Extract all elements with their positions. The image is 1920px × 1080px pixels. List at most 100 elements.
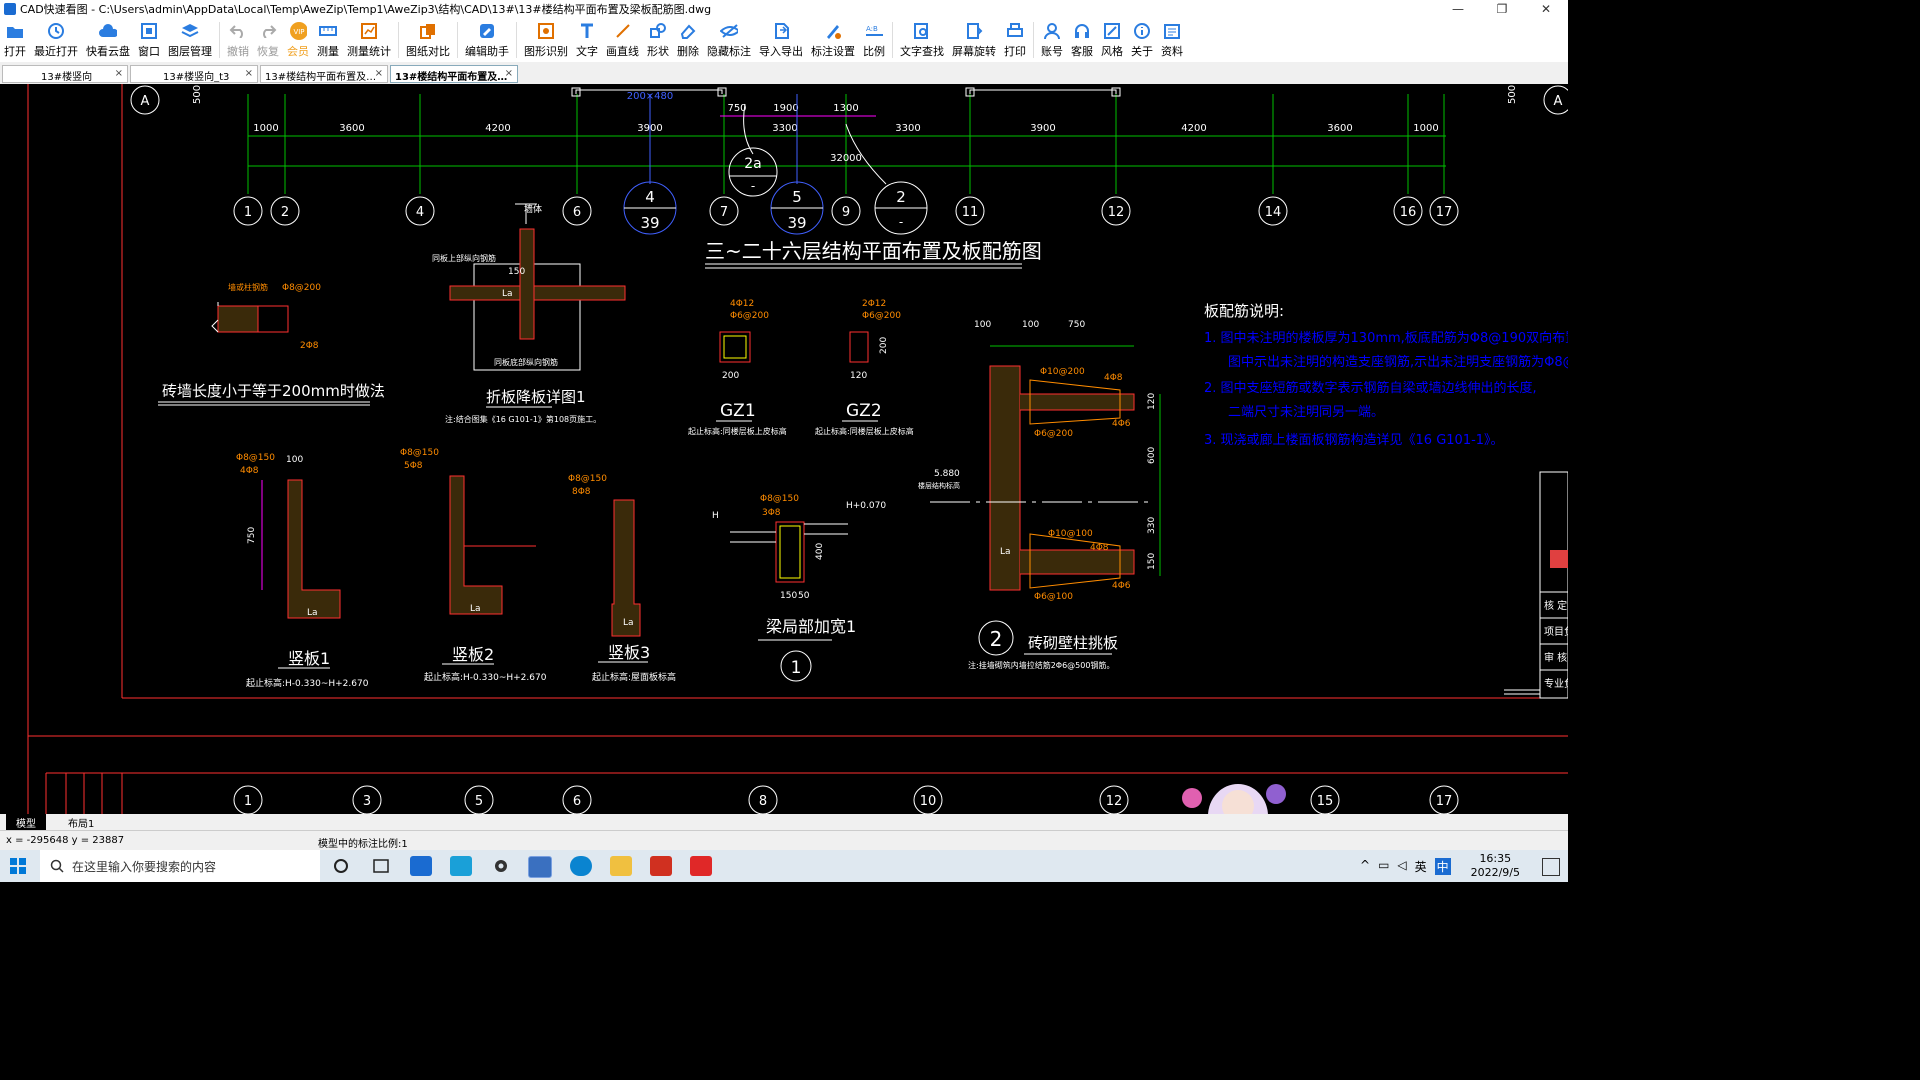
file-explorer-icon[interactable] bbox=[610, 856, 632, 876]
close-tab-icon[interactable]: × bbox=[245, 68, 253, 79]
undo-icon bbox=[229, 22, 247, 40]
settings-icon[interactable] bbox=[490, 856, 512, 876]
tab-13-structure-plan-2[interactable]: 13#楼结构平面布置及… × bbox=[390, 65, 518, 83]
detail-label: 同板上部纵向钢筋 bbox=[432, 253, 496, 263]
account-button[interactable]: 账号 bbox=[1037, 18, 1067, 62]
detail-label: 150 bbox=[780, 591, 797, 601]
recent-open-button[interactable]: 最近打开 bbox=[30, 18, 82, 62]
start-button[interactable] bbox=[10, 858, 26, 874]
close-tab-icon[interactable]: × bbox=[375, 68, 383, 79]
notification-icon[interactable] bbox=[1542, 858, 1560, 876]
print-button[interactable]: 打印 bbox=[1000, 18, 1030, 62]
detail-label: La bbox=[502, 289, 513, 299]
cad-drawing: 1000 3600 4200 3900 3300 3300 3900 4200 … bbox=[27, 84, 1568, 814]
detail-label: 200 bbox=[722, 371, 739, 381]
dim-label: 1000 bbox=[253, 123, 278, 134]
scale-button[interactable]: A:B 比例 bbox=[859, 18, 889, 62]
cortana-icon[interactable] bbox=[330, 856, 352, 876]
wps-app-icon[interactable] bbox=[690, 856, 712, 876]
task-view-icon[interactable] bbox=[370, 856, 392, 876]
hide-annotation-button[interactable]: 隐藏标注 bbox=[703, 18, 755, 62]
detail-label: Φ8@150 bbox=[568, 474, 607, 484]
open-button[interactable]: 打开 bbox=[0, 18, 30, 62]
toolbar-separator bbox=[1033, 22, 1034, 58]
detail-label: 5Φ8 bbox=[404, 461, 423, 471]
cad-viewer-taskbar-icon[interactable] bbox=[410, 856, 432, 876]
maximize-button[interactable]: ❐ bbox=[1480, 0, 1524, 18]
import-export-button[interactable]: 导入导出 bbox=[755, 18, 807, 62]
printer-icon bbox=[1006, 22, 1024, 40]
measure-stats-button[interactable]: 测量统计 bbox=[343, 18, 395, 62]
redo-button[interactable]: 恢复 bbox=[253, 18, 283, 62]
draw-line-button[interactable]: 画直线 bbox=[602, 18, 643, 62]
annotation-settings-button[interactable]: 标注设置 bbox=[807, 18, 859, 62]
search-placeholder: 在这里输入你要搜索的内容 bbox=[72, 859, 217, 874]
volume-icon[interactable]: ◁ bbox=[1397, 858, 1406, 875]
toolbar-separator bbox=[516, 22, 517, 58]
undo-button[interactable]: 撤销 bbox=[223, 18, 253, 62]
grid-col-label: 1 bbox=[244, 794, 252, 809]
text-button[interactable]: 文字 bbox=[572, 18, 602, 62]
section-ref-bottom: 39 bbox=[787, 214, 806, 232]
chevron-up-icon[interactable]: ^ bbox=[1360, 858, 1370, 875]
ime-indicator[interactable]: 英 bbox=[1415, 858, 1427, 875]
detail-label: 750 bbox=[247, 527, 257, 544]
section-ref-bottom: 39 bbox=[640, 214, 659, 232]
note-line: 1. 图中未注明的楼板厚为130mm,板底配筋为Φ8@190双向布置; bbox=[1204, 330, 1568, 346]
detail-note: 注:挂墙砌筑内墙拉结筋2Φ6@500钢筋。 bbox=[968, 660, 1114, 670]
network-icon[interactable]: ▭ bbox=[1378, 858, 1389, 875]
minimize-button[interactable]: — bbox=[1436, 0, 1480, 18]
dim-label: 1900 bbox=[773, 103, 798, 114]
detail-label: 400 bbox=[815, 543, 825, 560]
about-button[interactable]: 关于 bbox=[1127, 18, 1157, 62]
tab-13-vertical[interactable]: 13#楼竖向 × bbox=[2, 65, 128, 83]
tab-13-vertical-t3[interactable]: 13#楼竖向_t3 × bbox=[130, 65, 258, 83]
shape-recognition-button[interactable]: 图形识别 bbox=[520, 18, 572, 62]
style-button[interactable]: 风格 bbox=[1097, 18, 1127, 62]
detail-title: 砖墙长度小于等于200mm时做法 bbox=[162, 382, 385, 400]
layer-manager-button[interactable]: 图层管理 bbox=[164, 18, 216, 62]
resources-button[interactable]: 资料 bbox=[1157, 18, 1187, 62]
drawing-canvas[interactable]: 1000 3600 4200 3900 3300 3300 3900 4200 … bbox=[0, 84, 1568, 814]
input-method-icon[interactable]: 中 bbox=[1434, 858, 1451, 875]
dim-label: 1300 bbox=[833, 103, 858, 114]
detail-label: 150 bbox=[508, 267, 525, 277]
detail-label: 2Φ8 bbox=[300, 341, 319, 351]
measure-button[interactable]: 测量 bbox=[313, 18, 343, 62]
office-app-icon[interactable] bbox=[650, 856, 672, 876]
detail-label: 4Φ12 bbox=[730, 299, 754, 309]
status-bar: x = -295648 y = 23887 模型中的标注比例:1 bbox=[0, 830, 1568, 851]
note-line: 图中示出未注明的构造支座钢筋,示出未注明支座钢筋为Φ8@190。 bbox=[1228, 354, 1568, 370]
text-search-button[interactable]: 文字查找 bbox=[896, 18, 948, 62]
close-tab-icon[interactable]: × bbox=[505, 68, 513, 79]
close-button[interactable]: ✕ bbox=[1524, 0, 1568, 18]
detail-label: 100 bbox=[1022, 320, 1039, 330]
clock[interactable]: 16:35 2022/9/5 bbox=[1471, 852, 1520, 880]
detail-title: GZ2 bbox=[846, 401, 882, 421]
delete-button[interactable]: 删除 bbox=[673, 18, 703, 62]
detail-label: 600 bbox=[1147, 447, 1157, 464]
shape-button[interactable]: 形状 bbox=[643, 18, 673, 62]
screen-rotate-button[interactable]: 屏幕旋转 bbox=[948, 18, 1000, 62]
detail-label: 楼层结构标高 bbox=[918, 481, 960, 490]
tab-model[interactable]: 模型 bbox=[6, 814, 46, 830]
detail-label: Φ6@100 bbox=[1034, 592, 1073, 602]
detail-title: 砖砌壁柱挑板 bbox=[1028, 634, 1118, 652]
compare-drawings-button[interactable]: 图纸对比 bbox=[402, 18, 454, 62]
close-tab-icon[interactable]: × bbox=[115, 68, 123, 79]
support-button[interactable]: 客服 bbox=[1067, 18, 1097, 62]
window-button[interactable]: 窗口 bbox=[134, 18, 164, 62]
detail-title: 竖板3 bbox=[608, 643, 650, 662]
tab-layout1[interactable]: 布局1 bbox=[58, 814, 104, 830]
text-app-taskbar-icon[interactable] bbox=[450, 856, 472, 876]
edit-assistant-button[interactable]: 编辑助手 bbox=[461, 18, 513, 62]
cad-active-taskbar-icon[interactable] bbox=[528, 856, 552, 878]
tab-13-structure-plan-1[interactable]: 13#楼结构平面布置及… × bbox=[260, 65, 388, 83]
edge-browser-icon[interactable] bbox=[570, 856, 592, 876]
taskbar-search-box[interactable]: 在这里输入你要搜索的内容 bbox=[40, 850, 320, 882]
vip-button[interactable]: VIP 会员 bbox=[283, 18, 313, 62]
detail-label: Φ6@200 bbox=[862, 311, 901, 321]
row-mark: 500 bbox=[192, 85, 203, 104]
cloud-drive-button[interactable]: 快看云盘 bbox=[82, 18, 134, 62]
section-ref-bottom: - bbox=[899, 215, 903, 229]
